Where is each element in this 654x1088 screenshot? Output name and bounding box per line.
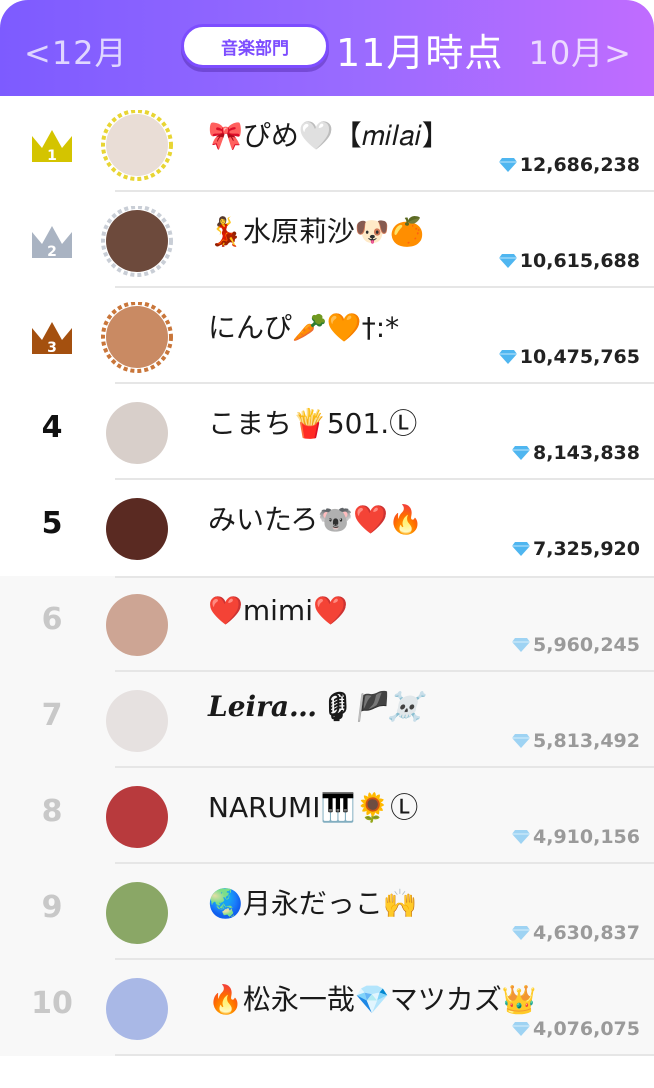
ranking-row[interactable]: 6 ❤️mimi❤️ 5,960,245 [0,576,654,672]
next-month-button[interactable]: 10月> [528,28,632,74]
ranking-row[interactable]: 10 🔥松永一哉💎マツカズ👑 4,076,075 [0,960,654,1056]
row-divider [115,576,654,578]
avatar[interactable] [100,974,174,1048]
ranking-row[interactable]: 9 🌏月永だっこ🙌 4,630,837 [0,864,654,960]
score: 4,076,075 [511,1018,640,1040]
score: 5,960,245 [511,634,640,656]
diamond-icon [498,254,517,268]
avatar-image [106,210,168,272]
rank-number: 7 [41,698,63,733]
streamer-name: こまち🍟501.Ⓛ [208,407,418,440]
streamer-name: 🔥松永一哉💎マツカズ👑 [208,983,537,1016]
score-value: 10,615,688 [519,250,640,272]
score: 4,630,837 [511,922,640,944]
avatar[interactable] [100,398,174,472]
streamer-name: にんぴ🥕🧡†:* [208,311,400,344]
prev-month-button[interactable]: <12月 [24,28,128,74]
ranking-row[interactable]: 5 みいたろ🐨❤️🔥 7,325,920 [0,480,654,576]
score-value: 4,910,156 [533,826,640,848]
score: 8,143,838 [511,442,640,464]
score: 10,475,765 [498,346,640,368]
score: 10,615,688 [498,250,640,272]
rank-number: 4 [41,410,63,445]
ranking-row[interactable]: 7 Leira…🎙🏴☠️ 5,813,492 [0,672,654,768]
gold-crown-icon: 1 [32,130,72,164]
rank-number: 5 [41,506,63,541]
score-value: 7,325,920 [533,538,640,560]
diamond-icon [498,350,517,364]
ranking-row[interactable]: 8 NARUMI🎹🌻Ⓛ 4,910,156 [0,768,654,864]
avatar[interactable] [100,782,174,856]
score-value: 5,960,245 [533,634,640,656]
ranking-row[interactable]: 1 🎀ぴめ🤍【𝑚𝑖𝑙𝑎𝑖】 12,686,238 [0,96,654,192]
avatar-image [106,786,168,848]
silver-crown-icon: 2 [32,226,72,260]
rank-number: 6 [41,602,63,637]
bronze-crown-icon: 3 [32,322,72,356]
rank-number: 10 [31,986,73,1021]
ranking-list: 1 🎀ぴめ🤍【𝑚𝑖𝑙𝑎𝑖】 12,686,238 2 💃水原莉沙🐶🍊 10,61… [0,96,654,1056]
streamer-name: 🎀ぴめ🤍【𝑚𝑖𝑙𝑎𝑖】 [208,119,450,152]
score-value: 5,813,492 [533,730,640,752]
score-value: 4,630,837 [533,922,640,944]
avatar-image [106,114,168,176]
diamond-icon [498,158,517,172]
streamer-name: ❤️mimi❤️ [208,594,348,627]
rank-number: 9 [41,890,63,925]
streamer-name: NARUMI🎹🌻Ⓛ [208,791,419,824]
score: 7,325,920 [511,538,640,560]
streamer-name: Leira…🎙🏴☠️ [208,690,423,723]
avatar-image [106,402,168,464]
score-value: 12,686,238 [519,154,640,176]
ranking-header: <12月 音楽部門 11月時点 10月> [0,0,654,96]
avatar[interactable] [100,878,174,952]
ranking-card: <12月 音楽部門 11月時点 10月> 1 🎀ぴめ🤍【𝑚𝑖𝑙𝑎𝑖】 12,68… [0,0,654,1088]
avatar-image [106,498,168,560]
crown-rank-label: 2 [47,244,57,260]
score: 5,813,492 [511,730,640,752]
category-pill-button[interactable]: 音楽部門 [181,24,329,68]
row-divider [115,1054,654,1056]
score: 12,686,238 [498,154,640,176]
ranking-row[interactable]: 3 にんぴ🥕🧡†:* 10,475,765 [0,288,654,384]
avatar-image [106,594,168,656]
ranking-row[interactable]: 4 こまち🍟501.Ⓛ 8,143,838 [0,384,654,480]
score: 4,910,156 [511,826,640,848]
avatar-image [106,690,168,752]
avatar[interactable] [100,302,174,376]
ranking-row[interactable]: 2 💃水原莉沙🐶🍊 10,615,688 [0,192,654,288]
avatar-image [106,882,168,944]
period-title: 11月時点 [336,31,504,75]
crown-rank-label: 1 [47,148,57,164]
streamer-name: 🌏月永だっこ🙌 [208,887,418,920]
avatar-image [106,978,168,1040]
avatar[interactable] [100,110,174,184]
avatar[interactable] [100,206,174,280]
avatar[interactable] [100,590,174,664]
avatar-image [106,306,168,368]
diamond-icon [512,830,531,844]
avatar[interactable] [100,686,174,760]
diamond-icon [512,446,531,460]
score-value: 10,475,765 [519,346,640,368]
diamond-icon [512,1022,531,1036]
score-value: 4,076,075 [533,1018,640,1040]
diamond-icon [512,638,531,652]
diamond-icon [512,542,531,556]
rank-number: 8 [41,794,63,829]
diamond-icon [512,926,531,940]
streamer-name: みいたろ🐨❤️🔥 [208,503,423,536]
diamond-icon [512,734,531,748]
crown-rank-label: 3 [47,340,57,356]
avatar[interactable] [100,494,174,568]
streamer-name: 💃水原莉沙🐶🍊 [208,215,425,248]
score-value: 8,143,838 [533,442,640,464]
